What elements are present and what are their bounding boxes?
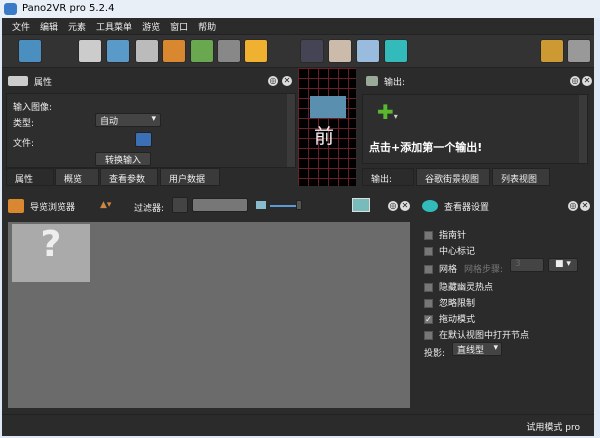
tab-overview[interactable]: 概览 xyxy=(55,168,99,186)
output-hint: 点击+添加第一个输出! xyxy=(369,141,483,154)
tab-street-view[interactable]: 谷歌街景视图 xyxy=(416,168,490,186)
viewer-settings-header: 查看器设置 ◎ ✕ xyxy=(416,195,594,217)
properties-body: 输入图像: 类型: 自动 ▾ 文件: 转换输入 xyxy=(6,93,296,168)
app-window: 文件 编辑 元素 工具菜单 游览 窗口 帮助 属性 ◎ ✕ 输入图像: 类型: … xyxy=(2,18,594,436)
tag-icon[interactable] xyxy=(172,197,188,213)
grid-checkbox[interactable]: 网格 xyxy=(424,262,457,275)
tab-user-data[interactable]: 用户数据 xyxy=(160,168,220,186)
compass-checkbox[interactable]: 指南针 xyxy=(424,228,466,241)
menu-tour[interactable]: 游览 xyxy=(142,20,160,33)
clock-icon[interactable] xyxy=(356,39,380,63)
street-view-icon[interactable] xyxy=(244,39,268,63)
open-node-default-view-checkbox[interactable]: 在默认视图中打开节点 xyxy=(424,328,529,341)
output-icon[interactable] xyxy=(217,39,241,63)
projection-select[interactable]: 直线型 ▾ xyxy=(452,342,502,356)
tab-list-view[interactable]: 列表视图 xyxy=(492,168,550,186)
properties-header: 属性 ◎ ✕ xyxy=(2,70,294,92)
viewing-params-icon[interactable] xyxy=(106,39,130,63)
menu-file[interactable]: 文件 xyxy=(12,20,30,33)
float-icon[interactable]: ◎ xyxy=(568,201,578,211)
file-label: 文件: xyxy=(13,139,35,149)
close-icon[interactable]: ✕ xyxy=(282,76,292,86)
menu-help[interactable]: 帮助 xyxy=(198,20,216,33)
tab-view-params[interactable]: 查看参数 xyxy=(100,168,158,186)
menu-window[interactable]: 窗口 xyxy=(170,20,188,33)
tour-browser-area[interactable]: ? xyxy=(8,222,410,408)
status-text: 试用模式 pro xyxy=(526,423,580,433)
grid-step-input[interactable]: 3 xyxy=(510,258,544,272)
type-label: 类型: xyxy=(13,119,35,129)
close-icon[interactable]: ✕ xyxy=(580,201,590,211)
projection-label: 投影: xyxy=(424,349,446,359)
drag-mode-checkbox[interactable]: ✓ 拖动模式 xyxy=(424,312,475,325)
tab-properties[interactable]: 属性 xyxy=(6,168,54,186)
tour-browser-icon xyxy=(8,199,24,213)
film-reel-icon[interactable] xyxy=(567,39,591,63)
tab-output[interactable]: 输出: xyxy=(362,168,414,186)
tour-browser-icon[interactable] xyxy=(162,39,186,63)
type-select[interactable]: 自动 ▾ xyxy=(95,113,161,127)
menu-tools[interactable]: 工具菜单 xyxy=(96,20,132,33)
convert-input-button[interactable]: 转换输入 xyxy=(95,152,151,166)
output-title: 输出: xyxy=(384,77,406,88)
list-icon[interactable] xyxy=(328,39,352,63)
panorama-thumbnail[interactable]: ? xyxy=(12,224,90,282)
close-icon[interactable]: ✕ xyxy=(400,201,410,211)
panorama-icon xyxy=(310,96,346,118)
toolbar xyxy=(2,34,594,68)
cube-face-preview[interactable]: 前 xyxy=(298,68,356,186)
viewer-eye-icon[interactable] xyxy=(384,39,408,63)
slider-handle[interactable] xyxy=(296,200,302,210)
ignore-limits-checkbox[interactable]: 忽略限制 xyxy=(424,296,475,309)
user-data-icon[interactable] xyxy=(135,39,159,63)
center-mark-checkbox[interactable]: 中心标记 xyxy=(424,244,475,257)
status-bar: 试用模式 pro xyxy=(2,414,594,436)
menu-elements[interactable]: 元素 xyxy=(68,20,86,33)
filter-label: 过滤器: xyxy=(134,204,165,214)
app-logo-icon xyxy=(4,3,17,15)
output-body: ✚▾ 点击+添加第一个输出! xyxy=(362,94,588,164)
scrollbar[interactable] xyxy=(579,95,587,163)
menu-bar: 文件 编辑 元素 工具菜单 游览 窗口 帮助 xyxy=(2,18,594,34)
title-bar: Pano2VR pro 5.2.4 xyxy=(0,0,600,18)
properties-icon xyxy=(8,76,28,86)
hide-ghost-hotspots-checkbox[interactable]: 隐藏幽灵热点 xyxy=(424,280,493,293)
properties-icon[interactable] xyxy=(78,39,102,63)
close-icon[interactable]: ✕ xyxy=(582,76,592,86)
input-image-label: 输入图像: xyxy=(13,103,53,113)
open-folder-icon[interactable] xyxy=(135,132,152,147)
stamp-icon[interactable]: ▲▾ xyxy=(100,200,111,210)
scrollbar[interactable] xyxy=(287,94,295,167)
add-output-button[interactable]: ✚▾ xyxy=(377,100,398,124)
output-header: 输出: ◎ ✕ xyxy=(360,70,594,92)
grid-step-label: 网格步骤: xyxy=(464,265,504,275)
face-label: 前 xyxy=(314,124,334,148)
add-panorama-icon[interactable] xyxy=(18,39,42,63)
binoculars-icon[interactable] xyxy=(300,39,324,63)
output-icon xyxy=(366,76,378,86)
viewer-eye-icon xyxy=(422,200,438,212)
browser-title: 导览浏览器 xyxy=(30,202,76,213)
grid-color-select[interactable]: ■ ▾ xyxy=(548,258,578,272)
window-title: Pano2VR pro 5.2.4 xyxy=(22,3,115,14)
large-image-icon xyxy=(352,198,370,212)
tour-map-icon[interactable] xyxy=(190,39,214,63)
viewer-settings-title: 查看器设置 xyxy=(444,202,490,213)
viewer-settings-body: 指南针 中心标记 网格 网格步骤: 3 ■ ▾ 隐藏幽灵热点 忽略限制 ✓ 拖动模… xyxy=(418,222,594,408)
browser-header: 导览浏览器 ▲▾ 过滤器: ◎ ✕ xyxy=(2,195,410,217)
star-icon[interactable] xyxy=(540,39,564,63)
properties-title: 属性 xyxy=(34,77,53,88)
menu-edit[interactable]: 编辑 xyxy=(40,20,58,33)
float-icon[interactable]: ◎ xyxy=(268,76,278,86)
float-icon[interactable]: ◎ xyxy=(388,201,398,211)
float-icon[interactable]: ◎ xyxy=(570,76,580,86)
filter-input[interactable] xyxy=(192,198,248,212)
small-image-icon xyxy=(256,201,266,209)
